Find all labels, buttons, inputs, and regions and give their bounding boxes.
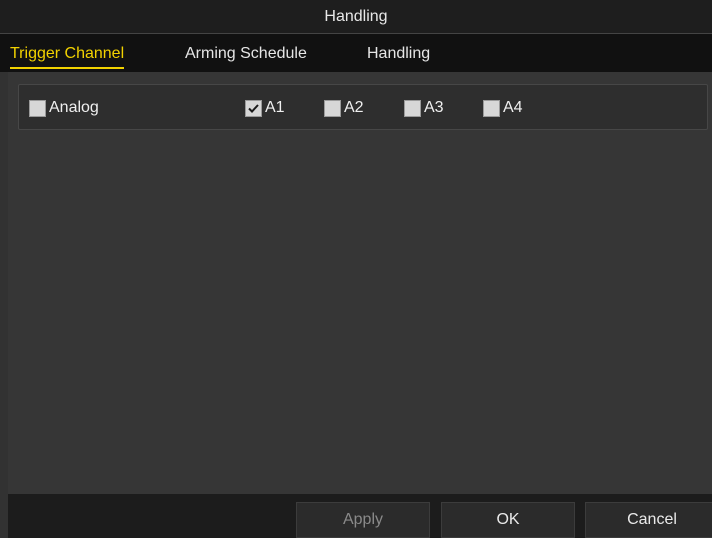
analog-label: Analog [49, 99, 99, 116]
ok-button[interactable]: OK [441, 502, 575, 538]
channel-a2-checkbox[interactable]: A2 [324, 98, 364, 118]
button-bar: Apply OK Cancel [8, 494, 712, 538]
tab-bar: Trigger Channel Arming Schedule Handling [0, 34, 712, 72]
channel-a3-label: A3 [424, 99, 444, 116]
channel-a1-label: A1 [265, 99, 285, 116]
checkbox-box [324, 99, 341, 117]
checkbox-box [404, 99, 421, 117]
apply-button[interactable]: Apply [296, 502, 430, 538]
cancel-button[interactable]: Cancel [585, 502, 712, 538]
tab-trigger-channel[interactable]: Trigger Channel [10, 45, 125, 69]
channel-a2-label: A2 [344, 99, 364, 116]
channel-a4-label: A4 [503, 99, 523, 116]
tab-handling[interactable]: Handling [367, 45, 430, 67]
dialog-title: Handling [0, 0, 712, 34]
analog-channel-row: Analog A1 A2 A3 A4 [18, 84, 708, 130]
channel-a3-checkbox[interactable]: A3 [404, 98, 444, 118]
channel-a1-checkbox[interactable]: A1 [245, 98, 285, 118]
channel-a4-checkbox[interactable]: A4 [483, 98, 523, 118]
checkbox-box [483, 99, 500, 117]
analog-select-all-checkbox[interactable]: Analog [29, 98, 99, 118]
trigger-channel-panel: Analog A1 A2 A3 A4 [8, 72, 712, 494]
tab-arming-schedule[interactable]: Arming Schedule [185, 45, 307, 67]
checkmark-icon [248, 103, 259, 113]
checkbox-box [29, 99, 46, 117]
checkbox-box-checked [245, 99, 262, 117]
handling-dialog: Handling Trigger Channel Arming Schedule… [0, 0, 712, 538]
